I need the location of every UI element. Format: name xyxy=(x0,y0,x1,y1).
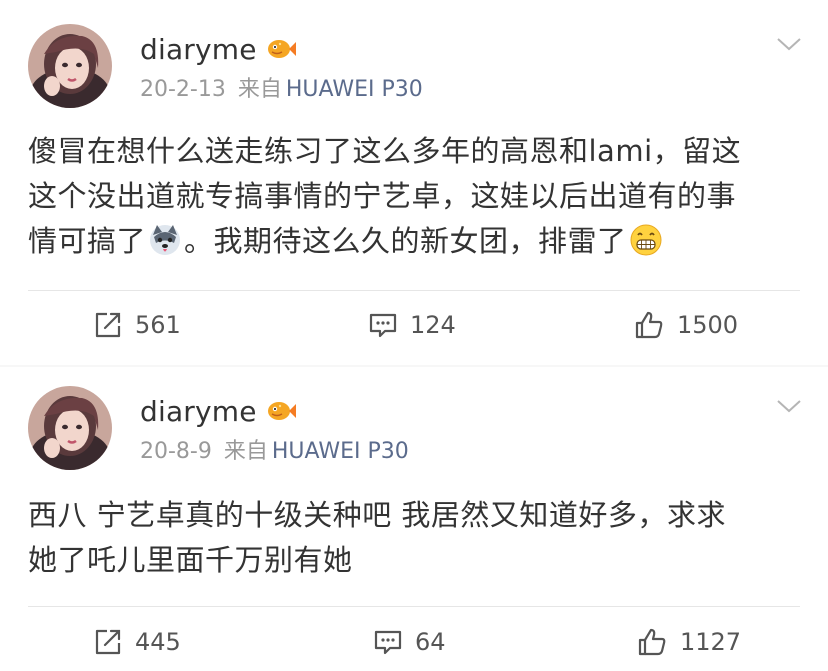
comment-button[interactable]: 64 xyxy=(373,622,446,662)
vip-fish-badge-icon xyxy=(267,40,296,58)
post-meta: 20-2-13 来自 HUAWEI P30 xyxy=(140,75,423,105)
vip-fish-badge-icon xyxy=(267,402,296,420)
username-row: diaryme xyxy=(140,391,297,431)
device-link[interactable]: HUAWEI P30 xyxy=(272,439,409,464)
chevron-down-icon[interactable] xyxy=(776,398,802,414)
repost-button[interactable]: 445 xyxy=(93,622,181,662)
repost-count: 445 xyxy=(135,628,181,656)
action-bar: 561 124 1500 xyxy=(0,305,828,345)
device-link[interactable]: HUAWEI P30 xyxy=(286,77,423,102)
post-text-fragment: 情可搞了 xyxy=(28,224,147,258)
post-text-line: 傻冒在想什么送走练习了这么多年的高恩和lami，留这 xyxy=(28,134,742,168)
like-count: 1127 xyxy=(680,628,742,656)
section-separator xyxy=(0,365,828,367)
chevron-down-icon[interactable] xyxy=(776,36,802,52)
post-text: 西八 宁艺卓真的十级关种吧 我居然又知道好多，求求 她了吒儿里面千万别有她 xyxy=(28,493,808,583)
divider xyxy=(28,606,800,607)
like-count: 1500 xyxy=(677,311,739,339)
username[interactable]: diaryme xyxy=(140,395,257,428)
post-text-line: 这个没出道就专搞事情的宁艺卓，这娃以后出道有的事 xyxy=(28,179,737,213)
from-label: 来自 xyxy=(237,77,282,102)
comment-icon xyxy=(369,313,397,338)
username-row: diaryme xyxy=(140,29,297,69)
grin-emoji-icon xyxy=(630,224,662,256)
husky-dog-emoji-icon xyxy=(150,225,181,255)
post-meta: 20-8-9 来自 HUAWEI P30 xyxy=(140,437,409,467)
comment-count: 64 xyxy=(415,628,446,656)
repost-icon xyxy=(95,629,121,655)
repost-count: 561 xyxy=(135,311,181,339)
from-label: 来自 xyxy=(223,439,268,464)
post-text: 傻冒在想什么送走练习了这么多年的高恩和lami，留这 这个没出道就专搞事情的宁艺… xyxy=(28,129,808,264)
post-text-fragment: 。我期待这么久的新女团，排雷了 xyxy=(184,224,627,258)
comment-count: 124 xyxy=(410,311,456,339)
like-button[interactable]: 1500 xyxy=(633,305,738,345)
post-text-line: 西八 宁艺卓真的十级关种吧 我居然又知道好多，求求 xyxy=(28,498,726,532)
username[interactable]: diaryme xyxy=(140,33,257,66)
post-text-line: 情可搞了 。我期待这么久的新女团，排雷了 xyxy=(28,219,808,264)
comment-button[interactable]: 124 xyxy=(368,305,456,345)
weibo-feed: diaryme 20-2-13 来自 HUAWEI P30 傻冒在想什么送走练习了这… xyxy=(0,0,828,671)
action-bar: 445 64 1127 xyxy=(0,622,828,662)
post-text-line: 她了吒儿里面千万别有她 xyxy=(28,543,353,577)
like-button[interactable]: 1127 xyxy=(636,622,741,662)
divider xyxy=(28,290,800,291)
repost-icon xyxy=(95,312,121,338)
thumbs-up-icon xyxy=(638,628,666,656)
thumbs-up-icon xyxy=(635,311,663,339)
post-date: 20-2-13 xyxy=(140,77,226,102)
repost-button[interactable]: 561 xyxy=(93,305,181,345)
avatar[interactable] xyxy=(28,386,112,470)
post-date: 20-8-9 xyxy=(140,439,212,464)
avatar[interactable] xyxy=(28,24,112,108)
comment-icon xyxy=(374,630,402,655)
